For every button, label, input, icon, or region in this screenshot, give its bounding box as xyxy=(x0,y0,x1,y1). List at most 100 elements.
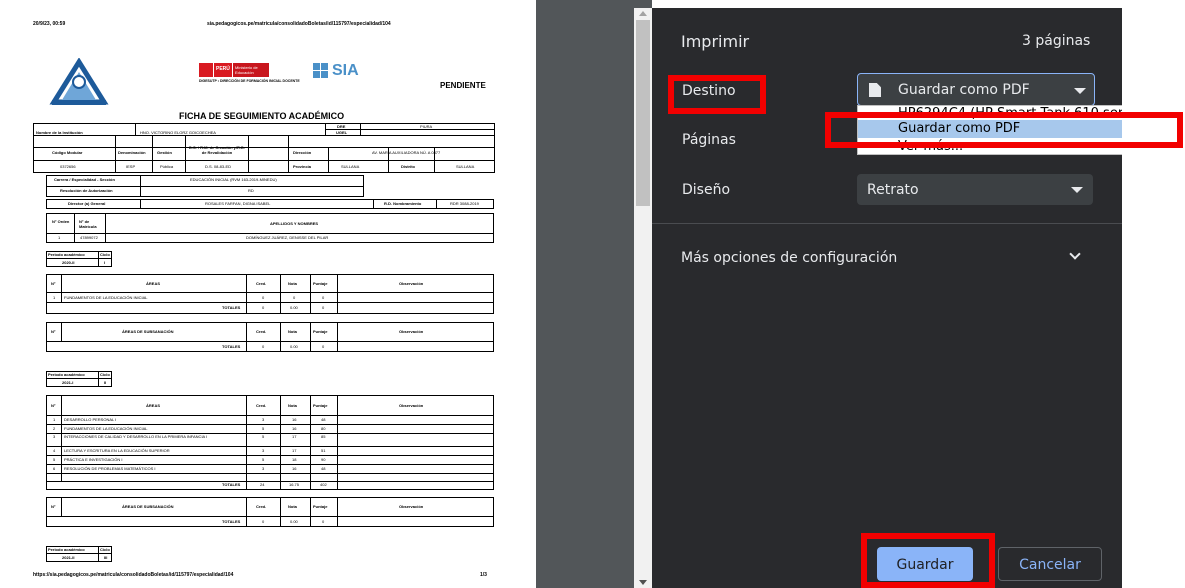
rd-value: RDR 3088-2019 xyxy=(450,201,479,206)
ciclo-label: Ciclo xyxy=(100,547,110,552)
periodo-label: Periodo académico xyxy=(48,372,85,377)
table-row-cred: 3 xyxy=(262,466,265,471)
totales-label: TOTALES xyxy=(222,305,241,310)
scroll-down-arrow[interactable] xyxy=(639,580,647,585)
gestion-label: Gestión xyxy=(157,150,172,155)
period-value: 2021-I xyxy=(62,380,74,385)
periodo-label: Periodo académico xyxy=(48,547,85,552)
col-areas-sub: ÁREAS DE SUBSANACIÓN xyxy=(122,504,174,509)
layout-value: Retrato xyxy=(867,182,919,198)
col-nota: Nota xyxy=(288,281,297,286)
table-row-n: 2 xyxy=(53,426,56,431)
table-row-n: 4 xyxy=(53,448,56,453)
totales-label: TOTALES xyxy=(222,519,241,524)
screen: 20/9/23, 00:59 sia.pedagogicos.pe/matric… xyxy=(0,0,1185,588)
ds-label: D.S. / R.M. de Creación y/R.D. de Revali… xyxy=(188,145,245,155)
status-text: PENDIENTE xyxy=(440,81,486,90)
chevron-down-icon xyxy=(1069,248,1081,260)
table-row: 1 xyxy=(53,295,56,300)
col-n: N° xyxy=(51,403,56,408)
ugel-label: UGEL xyxy=(336,130,348,135)
matricula-label: N° de Matrícula xyxy=(79,219,97,229)
dre-label: DRE xyxy=(337,124,346,129)
subsanacion-table-1 xyxy=(46,322,494,352)
more-settings-toggle[interactable]: Más opciones de configuración xyxy=(652,238,1122,274)
institution-table xyxy=(33,123,495,173)
table-row-area: FUNDAMENTOS DE LA EDUCACIÓN INICIAL xyxy=(64,426,148,431)
outside-area xyxy=(1122,0,1185,588)
denominacion-label: Denominación xyxy=(118,150,146,155)
col-puntaje: Puntaje xyxy=(313,281,328,286)
col-cred: Cred. xyxy=(256,329,267,334)
destination-select[interactable]: Guardar como PDF xyxy=(857,73,1095,106)
chevron-down-icon xyxy=(1074,88,1086,94)
highlight-save xyxy=(861,533,995,588)
scroll-up-arrow[interactable] xyxy=(639,11,647,16)
total-cred: 0 xyxy=(262,344,265,349)
student-name: DOMÍNGUEZ JUÁREZ, DENISSE DEL PILAR xyxy=(246,235,329,240)
provincia-label: Provincia xyxy=(293,164,312,169)
totales-label: TOTALES xyxy=(222,482,241,487)
ciclo-label: Ciclo xyxy=(100,252,110,257)
table-row-pts: 48 xyxy=(321,417,326,422)
table-row-nota: 18 xyxy=(292,457,297,462)
table-row-pts: 90 xyxy=(321,457,326,462)
ministry-logo: PERÚ Ministerio de Educación xyxy=(199,63,269,77)
direccion-value: AV. MARÍA AUXILIADORA NÚ. A 0877 xyxy=(372,150,441,155)
more-settings-label: Más opciones de configuración xyxy=(681,250,898,266)
table-row-area: PRÁCTICA E INVESTIGACIÓN I xyxy=(64,457,123,462)
table-row-nota: 16 xyxy=(292,417,297,422)
header-date: 20/9/23, 00:59 xyxy=(33,21,66,27)
col-obs: Observación xyxy=(399,329,424,334)
total-cred: 0 xyxy=(262,519,265,524)
divider xyxy=(652,223,1122,224)
highlight-pdf-option xyxy=(825,112,1183,148)
page-count: 3 páginas xyxy=(1022,33,1091,49)
table-row-area: RESOLUCIÓN DE PROBLEMAS MATEMÁTICOS I xyxy=(64,466,156,471)
total-pts: 0 xyxy=(322,305,325,310)
table-row-pts: 51 xyxy=(321,448,326,453)
col-obs: Observación xyxy=(399,504,424,509)
col-puntaje: Puntaje xyxy=(313,504,328,509)
table-row-nota: 16 xyxy=(292,426,297,431)
institution-logo xyxy=(48,57,110,106)
table-row-n: 5 xyxy=(53,457,56,462)
provincia-value: SULLANA xyxy=(341,164,360,169)
table-row-cred: 3 xyxy=(262,448,265,453)
total-nota: 0.00 xyxy=(290,344,298,349)
layout-select[interactable]: Retrato xyxy=(857,174,1093,205)
table-row-pts: 48 xyxy=(321,466,326,471)
total-nota: 0.00 xyxy=(290,519,298,524)
ds-value: D.S. 08-83-ED xyxy=(205,164,232,169)
diseno-label: Diseño xyxy=(682,182,731,198)
table-row-nota: 17 xyxy=(292,434,297,439)
cancel-button[interactable]: Cancelar xyxy=(998,547,1102,581)
total-cred: 0 xyxy=(262,305,265,310)
table-row-pts: 85 xyxy=(321,434,326,439)
distrito-label: Distrito xyxy=(401,164,415,169)
col-areas-sub: ÁREAS DE SUBSANACIÓN xyxy=(122,329,174,334)
col-nota: Nota xyxy=(288,329,297,334)
col-n: N° xyxy=(51,504,56,509)
student-matricula: 47899072 xyxy=(80,235,98,240)
cancel-button-label: Cancelar xyxy=(1019,557,1081,573)
scrollbar-thumb[interactable] xyxy=(636,20,650,206)
col-cred: Cred. xyxy=(256,504,267,509)
director-label: Director (a) General xyxy=(68,201,106,206)
table-row-nota: 0 xyxy=(293,295,296,300)
table-row-n: 1 xyxy=(53,417,56,422)
highlight-destino xyxy=(668,75,766,114)
table-row-cred: 3 xyxy=(262,417,265,422)
subsanacion-table-2 xyxy=(46,497,494,527)
rd-label: R.D. Nombramiento xyxy=(384,201,422,206)
inst-label: Nombre de la Institución xyxy=(36,130,83,135)
ciclo-label: Ciclo xyxy=(100,372,110,377)
table-row-area: INTERACCIONES DE CALIDAD Y DESARROLLO EN… xyxy=(64,434,208,439)
table-row-area: LECTURA Y ESCRITURA EN LA EDUCACIÓN SUPE… xyxy=(64,448,170,453)
col-puntaje: Puntaje xyxy=(313,329,328,334)
total-cred: 24 xyxy=(260,482,265,487)
table-row-cred: 5 xyxy=(262,457,265,462)
codigo-label: Código Modular xyxy=(52,150,83,155)
col-puntaje: Puntaje xyxy=(313,403,328,408)
print-preview-page: 20/9/23, 00:59 sia.pedagogicos.pe/matric… xyxy=(0,0,536,588)
